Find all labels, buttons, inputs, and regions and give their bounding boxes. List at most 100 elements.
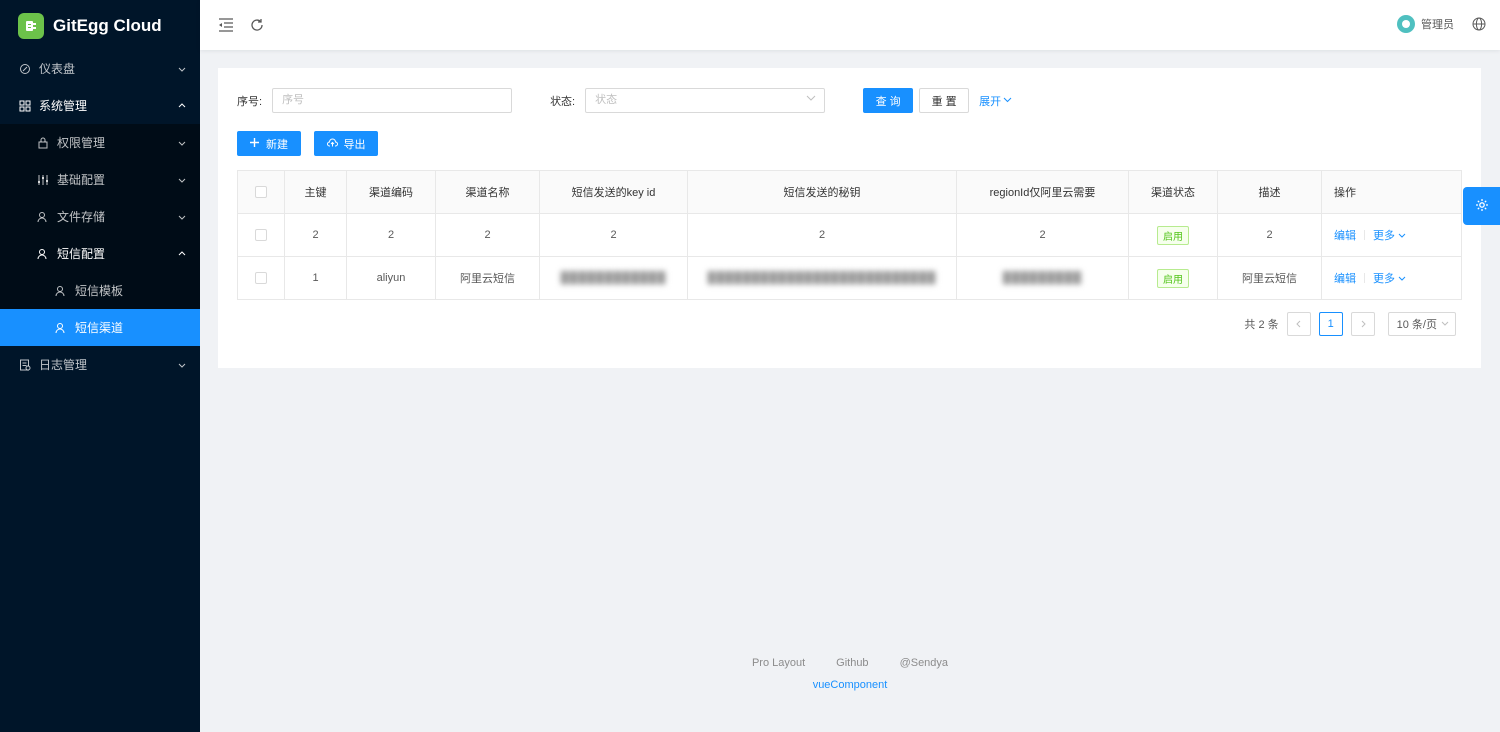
globe-icon[interactable] [1472,17,1486,34]
cell-desc: 阿里云短信 [1218,257,1322,299]
settings-drawer-button[interactable] [1463,187,1500,225]
total-count: 共 2 条 [1244,319,1279,331]
row-checkbox-cell [238,257,285,299]
footer-link[interactable]: Pro Layout [752,657,805,669]
sidebar: GitEgg Cloud 仪表盘 系统管理 权限管理 基础配置 文件存储 短信配… [0,0,200,732]
new-button-label: 新建 [266,138,288,151]
sidebar-item-sms-template[interactable]: 短信模板 [0,272,200,309]
column-header[interactable]: 渠道状态 [1129,171,1218,213]
footer-link[interactable]: Github [836,657,868,669]
table-header-row: 主键 渠道编码 渠道名称 短信发送的key id 短信发送的秘钥 regionI… [238,171,1461,214]
content-card: 序号: 序号 状态: 状态 查 询 重 置 展开 新建 导出 主键 渠道编码 渠… [218,68,1481,368]
redacted-region: █████████ [1002,272,1083,284]
column-header[interactable]: 短信发送的key id [540,171,688,213]
chevron-down-icon [178,173,186,187]
menu-fold-icon[interactable] [216,15,236,35]
row-checkbox[interactable] [255,272,267,284]
prev-page-button[interactable] [1286,312,1311,336]
cell-name: 2 [436,214,540,256]
top-header: 管理员 [200,0,1500,50]
pagination: 共 2 条 1 10 条/页 [1244,312,1456,336]
logo[interactable]: GitEgg Cloud [0,0,200,52]
seq-input[interactable]: 序号 [272,88,513,113]
column-header[interactable]: 渠道编码 [347,171,436,213]
sidebar-item-label: 短信模板 [75,284,124,298]
column-header[interactable]: 主键 [285,171,347,213]
column-header[interactable]: regionId仅阿里云需要 [957,171,1129,213]
app-title: GitEgg Cloud [53,16,162,35]
more-link[interactable]: 更多 [1373,227,1406,243]
footer: Pro Layout Github @Sendya vueComponent [200,657,1500,691]
export-button[interactable]: 导出 [314,131,378,156]
column-header: 操作 [1334,187,1356,199]
next-page-button[interactable] [1350,312,1375,336]
page-number[interactable]: 1 [1318,312,1343,336]
user-icon [54,321,68,335]
sidebar-item-label: 文件存储 [57,210,106,224]
sidebar-item-system[interactable]: 系统管理 [0,87,200,124]
edit-link[interactable]: 编辑 [1334,227,1356,243]
cell-key-id: 2 [540,214,688,256]
seq-placeholder: 序号 [282,94,305,106]
status-select[interactable]: 状态 [585,88,826,113]
channel-table: 主键 渠道编码 渠道名称 短信发送的key id 短信发送的秘钥 regionI… [237,170,1462,300]
chevron-right-icon [1361,320,1366,328]
divider [1364,273,1365,283]
cell-desc: 2 [1218,214,1322,256]
cell-secret: ██████████████████████████ [688,257,957,299]
sidebar-item-label: 短信配置 [57,247,106,261]
footer-link[interactable]: @Sendya [900,657,948,669]
sidebar-item-file-storage[interactable]: 文件存储 [0,198,200,235]
cell-secret: 2 [688,214,957,256]
user-icon [54,284,68,298]
reset-button[interactable]: 重 置 [919,88,970,113]
chevron-left-icon [1295,320,1300,328]
redacted-key-id: ████████████ [560,272,667,284]
status-placeholder: 状态 [595,94,618,106]
footer-copyright[interactable]: vueComponent [200,679,1500,691]
new-button[interactable]: 新建 [237,131,301,156]
cell-name: 阿里云短信 [436,257,540,299]
more-label: 更多 [1373,273,1395,285]
sidebar-item-sms-config[interactable]: 短信配置 [0,235,200,272]
user-icon [36,247,50,261]
column-header[interactable]: 渠道名称 [436,171,540,213]
sidebar-item-basic-config[interactable]: 基础配置 [0,161,200,198]
edit-link[interactable]: 编辑 [1334,270,1356,286]
user-menu[interactable]: 管理员 [1397,15,1454,33]
chevron-up-icon [178,247,186,261]
row-checkbox[interactable] [255,229,267,241]
appstore-icon [18,99,32,113]
sidebar-item-sms-channel[interactable]: 短信渠道 [0,309,200,346]
sidebar-item-label: 权限管理 [57,136,106,150]
search-form: 序号: 序号 状态: 状态 查 询 重 置 展开 [237,88,1012,113]
cell-actions: 编辑 更多 [1322,214,1461,256]
chevron-up-icon [178,99,186,113]
chevron-down-icon [806,89,816,112]
select-all-checkbox[interactable] [255,186,267,198]
query-button[interactable]: 查 询 [863,88,914,113]
cell-id: 1 [285,257,347,299]
footer-links: Pro Layout Github @Sendya [200,657,1500,669]
sidebar-item-permission[interactable]: 权限管理 [0,124,200,161]
column-header[interactable]: 短信发送的秘钥 [688,171,957,213]
chevron-down-icon [1003,95,1012,107]
column-header[interactable]: 描述 [1218,171,1322,213]
sidebar-item-dashboard[interactable]: 仪表盘 [0,50,200,87]
row-checkbox-cell [238,214,285,256]
cell-actions: 编辑 更多 [1322,257,1461,299]
cell-status: 启用 [1129,214,1218,256]
user-icon [36,210,50,224]
sidebar-item-log[interactable]: 日志管理 [0,346,200,383]
reload-icon[interactable] [247,15,267,35]
cell-status: 启用 [1129,257,1218,299]
expand-link[interactable]: 展开 [979,93,1012,109]
chevron-down-icon [178,358,186,372]
lock-icon [36,136,50,150]
sidebar-item-label: 短信渠道 [75,321,124,335]
page-size-select[interactable]: 10 条/页 [1387,312,1456,336]
sidebar-item-label: 日志管理 [39,358,88,372]
chevron-down-icon [178,136,186,150]
seq-label: 序号: [237,95,263,108]
more-link[interactable]: 更多 [1373,270,1406,286]
